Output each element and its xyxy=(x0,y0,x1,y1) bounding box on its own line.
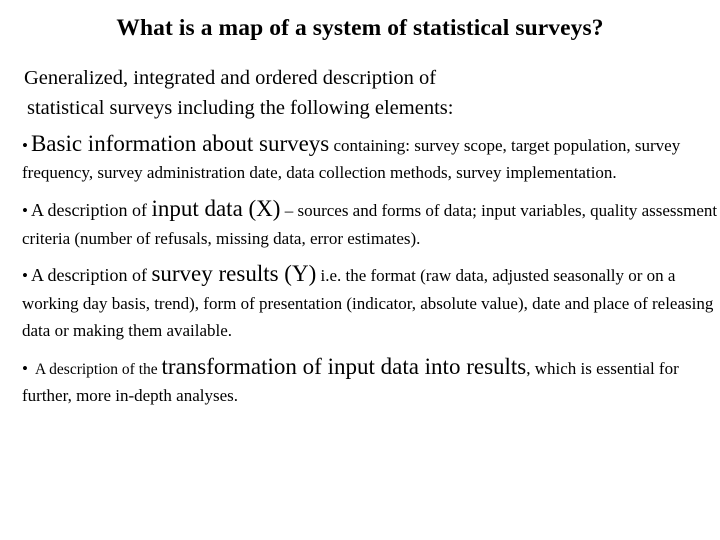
bullet-marker-icon: • xyxy=(22,201,28,221)
list-item: • A description of survey results (Y) i.e… xyxy=(14,259,720,343)
bullet-marker-icon: • xyxy=(22,136,28,156)
bullet-marker-icon: • xyxy=(22,359,28,379)
bullet-lead: A description of xyxy=(30,265,152,286)
intro-line-2: statistical surveys including the follow… xyxy=(27,96,454,119)
slide-body: Generalized, integrated and ordered desc… xyxy=(14,64,720,411)
bullet-emphasis: survey results (Y) xyxy=(151,261,317,287)
bullet-emphasis: Basic information about surveys xyxy=(30,131,330,157)
intro-line-1: Generalized, integrated and ordered desc… xyxy=(24,67,437,89)
list-item: • A description of input data (X) – sourc… xyxy=(14,194,720,251)
intro-paragraph: Generalized, integrated and ordered desc… xyxy=(14,64,720,123)
bullet-lead: A description of xyxy=(30,200,152,221)
slide: What is a map of a system of statistical… xyxy=(0,0,720,540)
bullet-emphasis: input data (X) xyxy=(151,196,281,222)
list-item: • Basic information about surveys contain… xyxy=(14,129,720,186)
page-title: What is a map of a system of statistical… xyxy=(116,15,604,41)
list-item: • A description of the transformation of … xyxy=(14,352,720,409)
bullet-lead: A description of the xyxy=(34,361,162,379)
bullet-emphasis: transformation of input data into result… xyxy=(161,354,527,380)
bullet-marker-icon: • xyxy=(22,266,28,286)
